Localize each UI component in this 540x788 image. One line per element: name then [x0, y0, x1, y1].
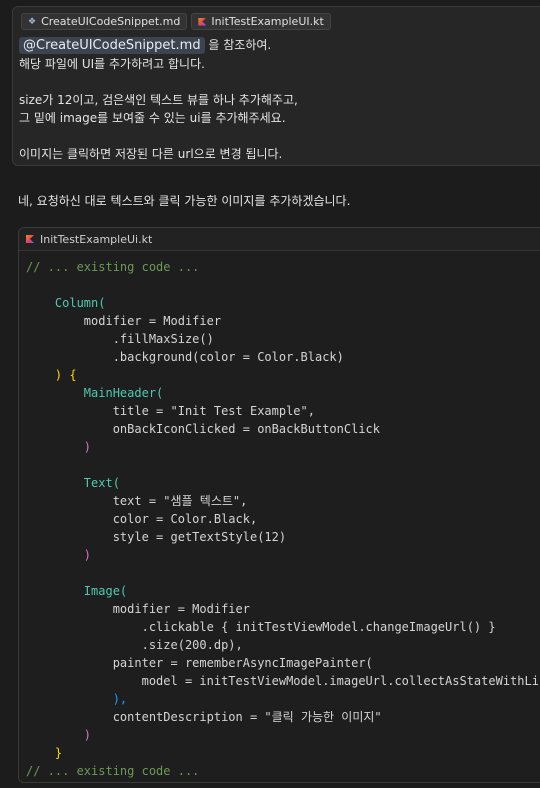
code-line: contentDescription = "클릭 가능한 이미지": [26, 710, 382, 724]
code-line: .background(color = Color.Black): [26, 350, 344, 364]
kotlin-icon: [198, 17, 207, 26]
code-line: painter = rememberAsyncImagePainter(: [26, 656, 373, 670]
code-block: InitTestExampleUi.kt ▷ // ... existing c…: [18, 227, 540, 783]
kotlin-icon: [26, 235, 34, 243]
code-line: ): [26, 548, 92, 562]
code-line: text = "샘플 텍스트",: [26, 494, 248, 508]
code-content: // ... existing code ... Column( modifie…: [19, 251, 540, 780]
code-line: .fillMaxSize(): [26, 332, 214, 346]
prompt-line-1: 을 참조하여.: [204, 38, 272, 52]
file-mention[interactable]: @CreateUICodeSnippet.md: [19, 37, 205, 54]
code-line: Image(: [26, 584, 128, 598]
prompt-line-2: 해당 파일에 UI를 추가하려고 합니다.: [19, 57, 205, 71]
prompt-line-3: size가 12이고, 검은색인 텍스트 뷰를 하나 추가해주고,: [19, 93, 298, 107]
code-line: onBackIconClicked = onBackButtonClick: [26, 422, 381, 436]
code-line: Column(: [26, 296, 106, 310]
code-filename[interactable]: InitTestExampleUi.kt: [40, 233, 152, 246]
code-line: // ... existing code ...: [26, 260, 200, 274]
code-line: .clickable { initTestViewModel.changeIma…: [26, 620, 496, 634]
prompt-line-4: 그 밑에 image를 보여줄 수 있는 ui를 추가해주세요.: [19, 111, 286, 125]
chip-label: InitTestExampleUI.kt: [211, 15, 324, 28]
code-line: ): [26, 440, 92, 454]
assistant-answer: 네, 요청하신 대로 텍스트와 클릭 가능한 이미지를 추가하겠습니다.: [18, 194, 351, 208]
code-line: style = getTextStyle(12): [26, 530, 287, 544]
context-chips: ❖ CreateUICodeSnippet.md InitTestExample…: [21, 13, 331, 30]
code-line: MainHeader(: [26, 386, 164, 400]
code-line: }: [26, 746, 63, 760]
code-line: title = "Init Test Example",: [26, 404, 315, 418]
code-line: Text(: [26, 476, 120, 490]
code-line: ) {: [26, 368, 77, 382]
prompt-box[interactable]: ❖ CreateUICodeSnippet.md InitTestExample…: [12, 6, 540, 166]
code-line: color = Color.Black,: [26, 512, 258, 526]
prompt-text: @CreateUICodeSnippet.md 을 참조하여. 해당 파일에 U…: [19, 36, 540, 163]
code-line: modifier = Modifier: [26, 602, 250, 616]
code-line: model = initTestViewModel.imageUrl.colle…: [141, 674, 540, 688]
code-line: modifier = Modifier: [26, 314, 222, 328]
code-block-header: InitTestExampleUi.kt ▷: [19, 228, 540, 251]
markdown-icon: ❖: [28, 16, 37, 27]
prompt-line-5: 이미지는 클릭하면 저장된 다른 url으로 변경 됩니다.: [19, 147, 283, 161]
code-line: // ... existing code ...: [26, 764, 200, 778]
chip-label: CreateUICodeSnippet.md: [41, 15, 181, 28]
code-line: ),: [26, 692, 128, 706]
context-chip-kotlin[interactable]: InitTestExampleUI.kt: [191, 13, 331, 30]
context-chip-markdown[interactable]: ❖ CreateUICodeSnippet.md: [21, 13, 188, 30]
code-line: ): [26, 728, 92, 742]
code-line: .size(200.dp),: [26, 638, 243, 652]
